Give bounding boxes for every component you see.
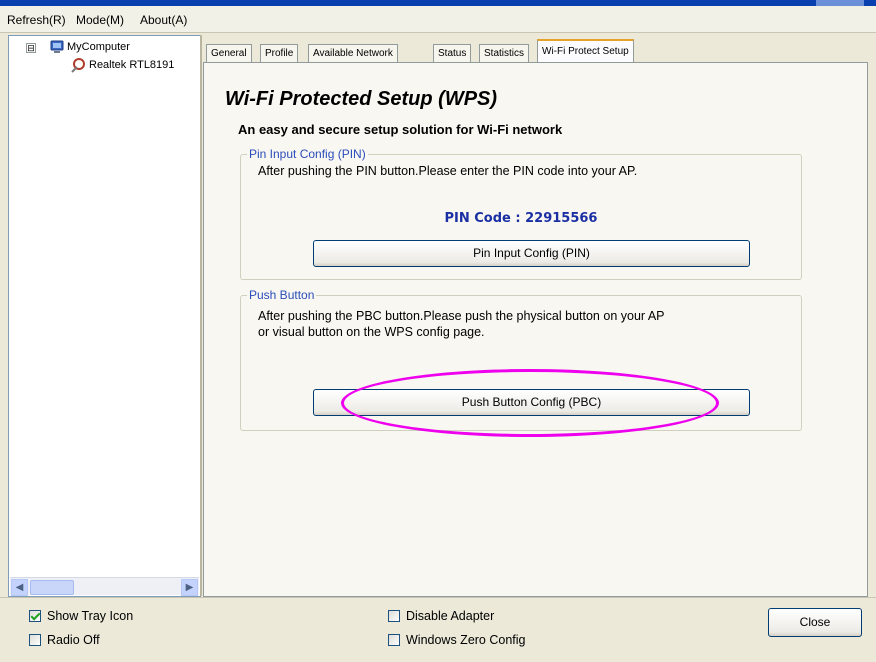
tree-collapse-toggle[interactable]: ⊟	[26, 43, 36, 53]
show-tray-icon-checkbox[interactable]	[29, 610, 41, 622]
push-description-line2: or visual button on the WPS config page.	[258, 325, 485, 339]
tab-profile[interactable]: Profile	[260, 44, 299, 63]
pin-code-display: PIN Code : 22915566	[444, 211, 598, 226]
pin-description: After pushing the PIN button.Please ente…	[258, 164, 638, 178]
show-tray-icon-option[interactable]: Show Tray Icon	[29, 609, 133, 623]
page-title: Wi-Fi Protected Setup (WPS)	[225, 88, 498, 110]
push-group-legend: Push Button	[247, 288, 317, 302]
menu-about[interactable]: About(A)	[140, 13, 187, 27]
radio-off-label: Radio Off	[47, 633, 100, 647]
disable-adapter-label: Disable Adapter	[406, 609, 495, 623]
pin-input-config-button[interactable]: Pin Input Config (PIN)	[313, 240, 750, 267]
tab-statistics[interactable]: Statistics	[479, 44, 530, 63]
menu-refresh[interactable]: Refresh(R)	[7, 13, 66, 27]
disable-adapter-checkbox[interactable]	[388, 610, 400, 622]
tab-general[interactable]: General	[206, 44, 252, 63]
pin-group-legend: Pin Input Config (PIN)	[247, 147, 368, 161]
menu-bar: Refresh(R) Mode(M) About(A)	[0, 6, 876, 33]
push-button-group: Push Button After pushing the PBC button…	[240, 288, 802, 431]
computer-icon	[50, 40, 64, 53]
scroll-right-icon[interactable]: ▶	[181, 579, 198, 596]
push-description-line1: After pushing the PBC button.Please push…	[258, 309, 665, 323]
windows-zero-config-label: Windows Zero Config	[406, 633, 526, 647]
scroll-thumb[interactable]	[30, 580, 74, 595]
scroll-left-icon[interactable]: ◀	[11, 579, 28, 596]
push-button-config-button[interactable]: Push Button Config (PBC)	[313, 389, 750, 416]
radio-off-checkbox[interactable]	[29, 634, 41, 646]
show-tray-icon-label: Show Tray Icon	[47, 609, 134, 623]
windows-zero-config-checkbox[interactable]	[388, 634, 400, 646]
disable-adapter-option[interactable]: Disable Adapter	[388, 609, 494, 623]
pin-input-group: Pin Input Config (PIN) After pushing the…	[240, 147, 802, 280]
windows-zero-config-option[interactable]: Windows Zero Config	[388, 633, 526, 647]
menu-mode[interactable]: Mode(M)	[76, 13, 124, 27]
tree-adapter-label[interactable]: Realtek RTL8191	[89, 59, 174, 71]
bottom-bar: Show Tray Icon Radio Off Disable Adapter…	[0, 597, 876, 662]
device-tree: ⊟ MyComputer Realtek RTL8191 ◀ ▶	[8, 35, 201, 597]
tab-status[interactable]: Status	[433, 44, 472, 63]
close-button[interactable]: Close	[768, 608, 862, 637]
wps-content-panel: Wi-Fi Protected Setup (WPS) An easy and …	[203, 62, 868, 597]
panel-splitter[interactable]	[200, 35, 202, 596]
tree-horizontal-scrollbar[interactable]: ◀ ▶	[10, 577, 199, 596]
tab-available-network[interactable]: Available Network	[308, 44, 398, 63]
page-subtitle: An easy and secure setup solution for Wi…	[238, 122, 563, 137]
network-adapter-icon	[71, 58, 85, 73]
tree-root-label[interactable]: MyComputer	[67, 41, 130, 53]
radio-off-option[interactable]: Radio Off	[29, 633, 100, 647]
